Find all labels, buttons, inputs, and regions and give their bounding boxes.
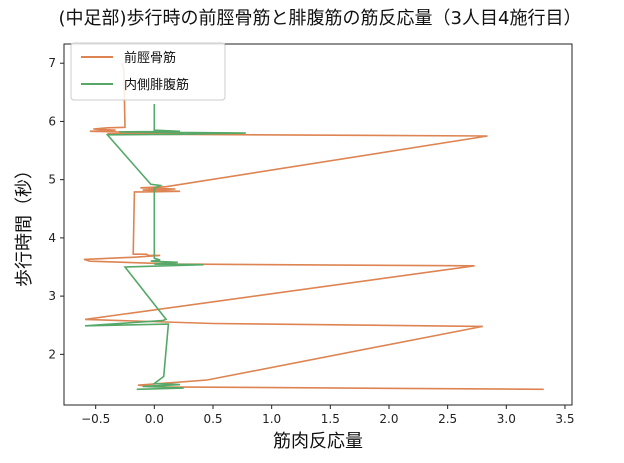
x-axis-title: 筋肉反応量 (273, 431, 363, 452)
y-axis: 2 3 4 5 6 7 (48, 56, 64, 361)
x-tick-label: 3.0 (497, 412, 516, 426)
x-tick-label: 1.5 (321, 412, 340, 426)
line-chart: (中足部)歩行時の前脛骨筋と腓腹筋の筋反応量（3人目4施行目） −0.5 0.0 0… (14, 8, 582, 452)
series-line-0 (83, 62, 544, 391)
y-axis-title: 歩行時間（秒） (14, 161, 35, 287)
legend-label-tibialis: 前脛骨筋 (124, 50, 176, 66)
x-tick-label: 2.5 (438, 412, 457, 426)
y-tick-label: 4 (48, 231, 56, 245)
y-tick-label: 6 (48, 114, 56, 128)
x-axis: −0.5 0.0 0.5 1.0 1.5 2.0 2.5 3.0 3.5 (81, 405, 575, 426)
series-line-1 (85, 104, 246, 391)
x-tick-label: 3.5 (555, 412, 574, 426)
chart-container: (中足部)歩行時の前脛骨筋と腓腹筋の筋反応量（3人目4施行目） −0.5 0.0 0… (0, 0, 624, 463)
y-tick-label: 5 (48, 173, 56, 187)
chart-title: (中足部)歩行時の前脛骨筋と腓腹筋の筋反応量（3人目4施行目） (59, 8, 582, 29)
x-tick-label: 0.5 (203, 412, 222, 426)
y-tick-label: 3 (48, 289, 56, 303)
x-tick-label: 2.0 (379, 412, 398, 426)
legend: 前脛骨筋 内側腓腹筋 (70, 42, 226, 101)
y-tick-label: 2 (48, 347, 56, 361)
plot-series-group (83, 62, 544, 391)
x-tick-label: 1.0 (262, 412, 281, 426)
x-tick-label: −0.5 (81, 412, 110, 426)
x-tick-label: 0.0 (145, 412, 164, 426)
legend-label-gastrocnemius: 内側腓腹筋 (124, 77, 189, 93)
y-tick-label: 7 (48, 56, 56, 70)
